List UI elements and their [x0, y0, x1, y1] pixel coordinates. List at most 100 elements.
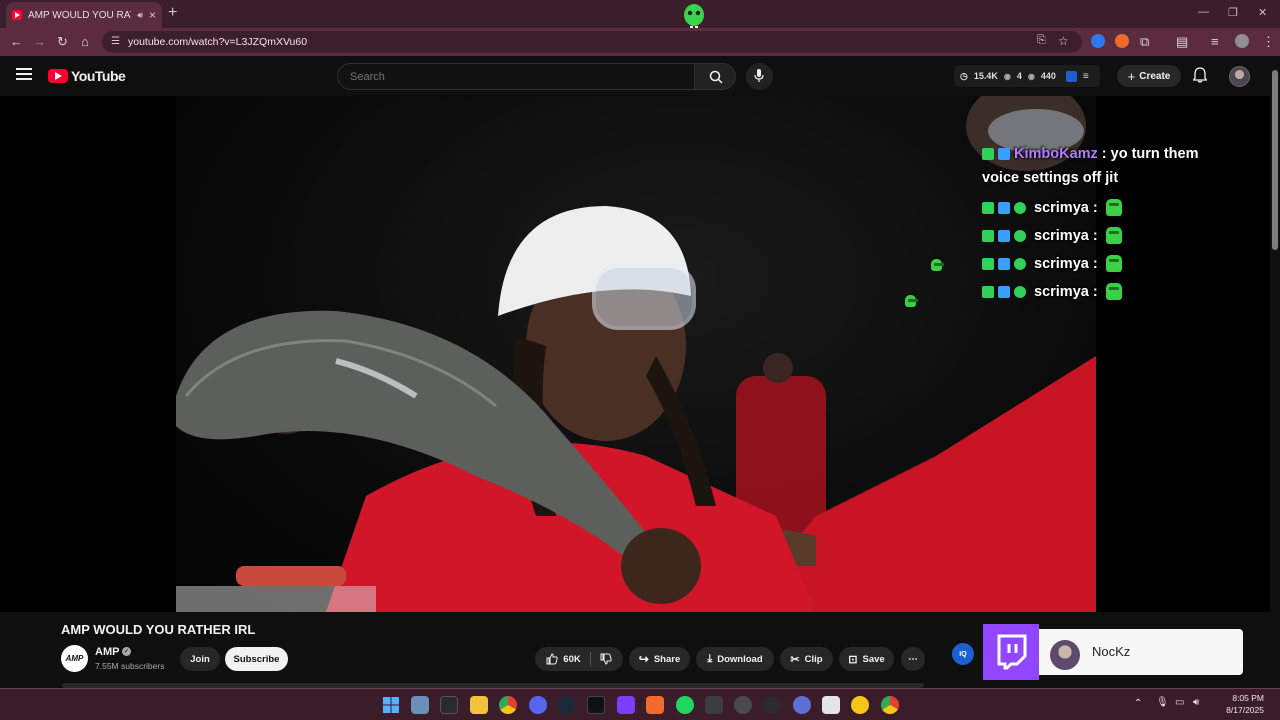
eye-icon: ◉	[1003, 71, 1011, 81]
clock-time[interactable]: 8:05 PM	[1214, 693, 1264, 703]
stats-menu-icon[interactable]: ≡	[1083, 71, 1089, 82]
chrome-app-icon[interactable]	[499, 696, 517, 714]
tray-network-icon[interactable]: ▭	[1175, 697, 1184, 708]
chat-emote-icon	[1105, 283, 1122, 300]
browser-menu-icon[interactable]: ⋮	[1262, 34, 1275, 50]
terminal-app-icon[interactable]	[440, 696, 458, 714]
search-button[interactable]	[694, 63, 736, 90]
viewer-stats-widget: ◷ 15.4K ◉ 4 ◉ 440 ≡	[954, 65, 1100, 87]
chrome-active-icon[interactable]	[881, 696, 899, 714]
like-dislike-group: 60K	[535, 647, 623, 671]
search-icon	[709, 70, 723, 84]
new-tab-icon[interactable]: +	[168, 4, 177, 22]
clock-date[interactable]: 8/17/2025	[1214, 705, 1264, 715]
youtube-logo[interactable]: YouTube	[48, 68, 126, 84]
chat-text: : yo turn them	[1101, 146, 1199, 162]
tab-audio-icon[interactable]: 🔊︎	[137, 10, 143, 21]
hamburger-menu-icon[interactable]	[16, 68, 32, 80]
steam-app-icon[interactable]	[557, 696, 575, 714]
stat-watching: 4	[1016, 71, 1022, 81]
chat-badge-icon	[998, 285, 1010, 298]
subscriber-count: 7.55M subscribers	[95, 661, 165, 671]
extension-blue-icon[interactable]	[1091, 34, 1105, 48]
share-label: Share	[653, 653, 681, 665]
photos-app-icon[interactable]	[411, 696, 429, 714]
page-scrollbar[interactable]	[1270, 56, 1280, 688]
site-settings-icon[interactable]: ☰	[111, 36, 120, 47]
iq-button[interactable]: IQ	[952, 643, 974, 665]
side-panel-icon[interactable]: ▤	[1176, 34, 1188, 50]
chat-badge-icon	[982, 285, 994, 298]
save-button[interactable]: ⊡ Save	[839, 647, 894, 671]
nvidia-app-icon[interactable]	[705, 696, 723, 714]
windows-start-icon[interactable]	[382, 696, 400, 714]
app-icon[interactable]	[587, 696, 605, 714]
profile-avatar-icon[interactable]	[1235, 34, 1249, 48]
app-icon[interactable]	[793, 696, 811, 714]
install-app-icon[interactable]: ⎘	[1037, 34, 1046, 47]
tray-volume-icon[interactable]: 🔊︎	[1193, 697, 1199, 708]
search-input[interactable]	[337, 63, 695, 90]
chat-verified-icon	[1014, 257, 1026, 270]
tab-close-icon[interactable]: ×	[149, 8, 156, 22]
browser-tab-bar: AMP WOULD YOU RATHER 🔊︎ × + — ❐ ✕	[0, 0, 1280, 33]
minimize-window-icon[interactable]: —	[1198, 6, 1209, 18]
chat-message-continued: voice settings off jit	[982, 170, 1118, 186]
account-avatar[interactable]	[1229, 66, 1250, 87]
channel-avatar[interactable]: AMP	[61, 645, 88, 672]
chat-verified-icon	[1014, 285, 1026, 298]
reading-list-icon[interactable]: ≡	[1211, 34, 1219, 49]
channel-name[interactable]: AMP	[95, 646, 119, 658]
twitch-logo-icon	[983, 624, 1039, 680]
dislike-thumbs-down-icon[interactable]	[600, 653, 612, 665]
more-actions-button[interactable]: ⋯	[901, 647, 925, 671]
download-icon: ⤓	[707, 652, 713, 665]
chat-username: scrimya	[1034, 199, 1089, 216]
clip-label: Clip	[804, 653, 823, 665]
app-icon[interactable]	[734, 696, 752, 714]
restore-window-icon[interactable]: ❐	[1228, 6, 1238, 19]
download-button[interactable]: ⤓ Download	[696, 647, 774, 671]
voice-search-button[interactable]	[746, 63, 773, 90]
like-thumbs-up-icon[interactable]	[546, 653, 558, 665]
feather-app-icon[interactable]	[617, 696, 635, 714]
url-text: youtube.com/watch?v=L3JZQmXVu60	[128, 36, 308, 48]
chat-message: scrimya :	[982, 283, 1122, 300]
app-icon[interactable]	[763, 696, 781, 714]
extension-orange-icon[interactable]	[1115, 34, 1129, 48]
like-count: 60K	[563, 653, 581, 665]
app-icon[interactable]	[646, 696, 664, 714]
file-explorer-icon[interactable]	[470, 696, 488, 714]
join-button[interactable]: Join	[180, 647, 220, 671]
home-icon[interactable]: ⌂	[81, 34, 89, 49]
tray-chevron-icon[interactable]: ⌃	[1134, 698, 1142, 709]
browser-tab[interactable]: AMP WOULD YOU RATHER 🔊︎ ×	[6, 2, 162, 28]
extensions-puzzle-icon[interactable]: ⧉	[1140, 34, 1149, 50]
clock-icon: ◷	[960, 70, 968, 81]
app-icon[interactable]	[851, 696, 869, 714]
discord-app-icon[interactable]	[529, 696, 547, 714]
bookmark-star-icon[interactable]: ☆	[1058, 34, 1069, 48]
notifications-bell-icon[interactable]	[1193, 67, 1207, 83]
clip-button[interactable]: ✂ Clip	[780, 647, 833, 671]
chat-message: scrimya :	[982, 227, 1122, 244]
iq-extension-icon[interactable]	[1065, 70, 1077, 82]
reload-icon[interactable]: ↻	[57, 34, 68, 50]
chat-emote-icon	[1105, 255, 1122, 272]
close-window-icon[interactable]: ✕	[1258, 6, 1267, 19]
tray-mic-icon[interactable]: 🎙︎	[1156, 697, 1169, 708]
address-bar[interactable]: ☰ youtube.com/watch?v=L3JZQmXVu60	[102, 31, 1082, 53]
back-icon[interactable]: ←	[10, 34, 23, 49]
app-icon[interactable]	[822, 696, 840, 714]
stat-views: 15.4K	[973, 71, 998, 81]
subscribe-button[interactable]: Subscribe	[225, 647, 288, 671]
chat-verified-icon	[1014, 229, 1026, 242]
tab-title: AMP WOULD YOU RATHER	[28, 9, 131, 21]
scrollbar-thumb[interactable]	[1272, 70, 1278, 250]
create-button[interactable]: + Create	[1117, 65, 1181, 87]
spotify-app-icon[interactable]	[676, 696, 694, 714]
forward-icon[interactable]: →	[33, 34, 46, 49]
streamer-name: NocKz	[1092, 644, 1131, 659]
share-button[interactable]: ↪ Share	[629, 647, 690, 671]
microphone-icon	[754, 69, 764, 82]
